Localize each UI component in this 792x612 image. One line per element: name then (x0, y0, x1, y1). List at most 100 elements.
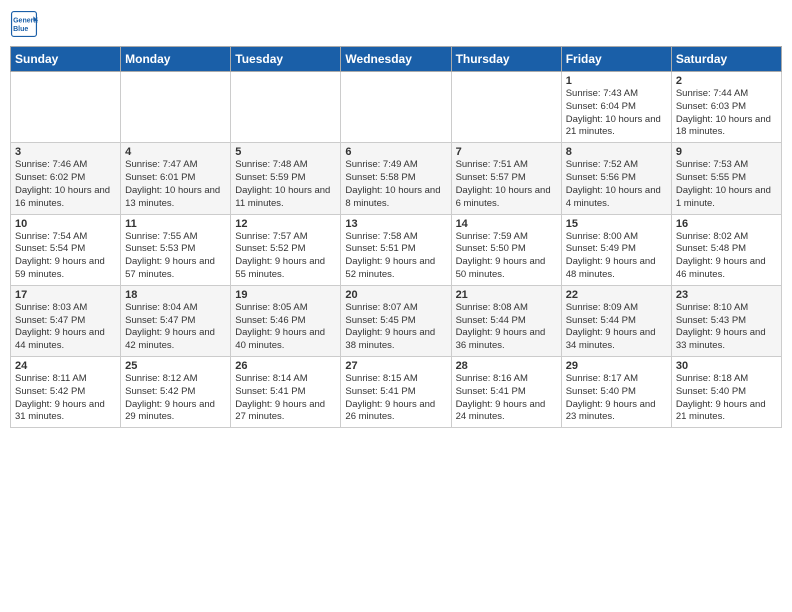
calendar-table: SundayMondayTuesdayWednesdayThursdayFrid… (10, 46, 782, 428)
calendar-cell: 1Sunrise: 7:43 AM Sunset: 6:04 PM Daylig… (561, 72, 671, 143)
calendar-cell: 6Sunrise: 7:49 AM Sunset: 5:58 PM Daylig… (341, 143, 451, 214)
day-info: Sunrise: 7:58 AM Sunset: 5:51 PM Dayligh… (345, 231, 446, 282)
calendar-cell: 8Sunrise: 7:52 AM Sunset: 5:56 PM Daylig… (561, 143, 671, 214)
calendar-cell (11, 72, 121, 143)
day-number: 9 (676, 146, 777, 158)
day-number: 5 (235, 146, 336, 158)
calendar-cell: 22Sunrise: 8:09 AM Sunset: 5:44 PM Dayli… (561, 285, 671, 356)
day-number: 19 (235, 289, 336, 301)
calendar-header: SundayMondayTuesdayWednesdayThursdayFrid… (11, 47, 782, 72)
day-info: Sunrise: 8:07 AM Sunset: 5:45 PM Dayligh… (345, 302, 446, 353)
calendar-cell: 11Sunrise: 7:55 AM Sunset: 5:53 PM Dayli… (121, 214, 231, 285)
calendar-cell: 29Sunrise: 8:17 AM Sunset: 5:40 PM Dayli… (561, 357, 671, 428)
calendar-week-0: 1Sunrise: 7:43 AM Sunset: 6:04 PM Daylig… (11, 72, 782, 143)
weekday-header-sunday: Sunday (11, 47, 121, 72)
calendar-cell: 27Sunrise: 8:15 AM Sunset: 5:41 PM Dayli… (341, 357, 451, 428)
calendar-cell: 25Sunrise: 8:12 AM Sunset: 5:42 PM Dayli… (121, 357, 231, 428)
weekday-header-wednesday: Wednesday (341, 47, 451, 72)
weekday-header-monday: Monday (121, 47, 231, 72)
day-number: 22 (566, 289, 667, 301)
svg-text:Blue: Blue (13, 26, 28, 33)
day-number: 15 (566, 218, 667, 230)
calendar-week-3: 17Sunrise: 8:03 AM Sunset: 5:47 PM Dayli… (11, 285, 782, 356)
day-info: Sunrise: 8:09 AM Sunset: 5:44 PM Dayligh… (566, 302, 667, 353)
calendar-cell: 23Sunrise: 8:10 AM Sunset: 5:43 PM Dayli… (671, 285, 781, 356)
day-info: Sunrise: 7:54 AM Sunset: 5:54 PM Dayligh… (15, 231, 116, 282)
calendar-cell: 15Sunrise: 8:00 AM Sunset: 5:49 PM Dayli… (561, 214, 671, 285)
day-number: 7 (456, 146, 557, 158)
day-info: Sunrise: 7:59 AM Sunset: 5:50 PM Dayligh… (456, 231, 557, 282)
calendar-cell: 28Sunrise: 8:16 AM Sunset: 5:41 PM Dayli… (451, 357, 561, 428)
day-number: 4 (125, 146, 226, 158)
day-info: Sunrise: 8:02 AM Sunset: 5:48 PM Dayligh… (676, 231, 777, 282)
weekday-header-tuesday: Tuesday (231, 47, 341, 72)
calendar-week-2: 10Sunrise: 7:54 AM Sunset: 5:54 PM Dayli… (11, 214, 782, 285)
day-number: 6 (345, 146, 446, 158)
logo-icon: General Blue (10, 10, 38, 38)
day-number: 23 (676, 289, 777, 301)
day-info: Sunrise: 7:51 AM Sunset: 5:57 PM Dayligh… (456, 159, 557, 210)
day-info: Sunrise: 8:16 AM Sunset: 5:41 PM Dayligh… (456, 373, 557, 424)
calendar-cell: 16Sunrise: 8:02 AM Sunset: 5:48 PM Dayli… (671, 214, 781, 285)
day-number: 8 (566, 146, 667, 158)
day-info: Sunrise: 8:05 AM Sunset: 5:46 PM Dayligh… (235, 302, 336, 353)
day-info: Sunrise: 8:00 AM Sunset: 5:49 PM Dayligh… (566, 231, 667, 282)
day-info: Sunrise: 7:53 AM Sunset: 5:55 PM Dayligh… (676, 159, 777, 210)
day-info: Sunrise: 8:14 AM Sunset: 5:41 PM Dayligh… (235, 373, 336, 424)
logo: General Blue (10, 10, 42, 38)
weekday-row: SundayMondayTuesdayWednesdayThursdayFrid… (11, 47, 782, 72)
day-info: Sunrise: 7:52 AM Sunset: 5:56 PM Dayligh… (566, 159, 667, 210)
day-info: Sunrise: 8:04 AM Sunset: 5:47 PM Dayligh… (125, 302, 226, 353)
calendar-week-1: 3Sunrise: 7:46 AM Sunset: 6:02 PM Daylig… (11, 143, 782, 214)
day-info: Sunrise: 7:46 AM Sunset: 6:02 PM Dayligh… (15, 159, 116, 210)
day-number: 21 (456, 289, 557, 301)
weekday-header-friday: Friday (561, 47, 671, 72)
day-number: 11 (125, 218, 226, 230)
calendar-body: 1Sunrise: 7:43 AM Sunset: 6:04 PM Daylig… (11, 72, 782, 428)
day-number: 16 (676, 218, 777, 230)
day-number: 14 (456, 218, 557, 230)
day-info: Sunrise: 8:08 AM Sunset: 5:44 PM Dayligh… (456, 302, 557, 353)
day-number: 1 (566, 75, 667, 87)
day-number: 17 (15, 289, 116, 301)
day-number: 24 (15, 360, 116, 372)
calendar-week-4: 24Sunrise: 8:11 AM Sunset: 5:42 PM Dayli… (11, 357, 782, 428)
day-info: Sunrise: 7:47 AM Sunset: 6:01 PM Dayligh… (125, 159, 226, 210)
day-number: 20 (345, 289, 446, 301)
day-number: 12 (235, 218, 336, 230)
calendar-cell (121, 72, 231, 143)
day-info: Sunrise: 8:15 AM Sunset: 5:41 PM Dayligh… (345, 373, 446, 424)
calendar-cell: 9Sunrise: 7:53 AM Sunset: 5:55 PM Daylig… (671, 143, 781, 214)
calendar-cell: 24Sunrise: 8:11 AM Sunset: 5:42 PM Dayli… (11, 357, 121, 428)
day-number: 25 (125, 360, 226, 372)
day-info: Sunrise: 8:17 AM Sunset: 5:40 PM Dayligh… (566, 373, 667, 424)
calendar-cell (341, 72, 451, 143)
day-info: Sunrise: 7:55 AM Sunset: 5:53 PM Dayligh… (125, 231, 226, 282)
day-number: 13 (345, 218, 446, 230)
calendar-cell: 13Sunrise: 7:58 AM Sunset: 5:51 PM Dayli… (341, 214, 451, 285)
calendar-cell: 14Sunrise: 7:59 AM Sunset: 5:50 PM Dayli… (451, 214, 561, 285)
day-number: 10 (15, 218, 116, 230)
page-header: General Blue (10, 10, 782, 38)
day-info: Sunrise: 8:18 AM Sunset: 5:40 PM Dayligh… (676, 373, 777, 424)
calendar-cell: 12Sunrise: 7:57 AM Sunset: 5:52 PM Dayli… (231, 214, 341, 285)
day-number: 28 (456, 360, 557, 372)
calendar-cell: 4Sunrise: 7:47 AM Sunset: 6:01 PM Daylig… (121, 143, 231, 214)
calendar-cell: 21Sunrise: 8:08 AM Sunset: 5:44 PM Dayli… (451, 285, 561, 356)
weekday-header-saturday: Saturday (671, 47, 781, 72)
day-info: Sunrise: 8:10 AM Sunset: 5:43 PM Dayligh… (676, 302, 777, 353)
calendar-cell: 5Sunrise: 7:48 AM Sunset: 5:59 PM Daylig… (231, 143, 341, 214)
calendar-cell: 10Sunrise: 7:54 AM Sunset: 5:54 PM Dayli… (11, 214, 121, 285)
calendar-cell: 17Sunrise: 8:03 AM Sunset: 5:47 PM Dayli… (11, 285, 121, 356)
day-info: Sunrise: 7:49 AM Sunset: 5:58 PM Dayligh… (345, 159, 446, 210)
weekday-header-thursday: Thursday (451, 47, 561, 72)
calendar-cell (451, 72, 561, 143)
calendar-cell: 20Sunrise: 8:07 AM Sunset: 5:45 PM Dayli… (341, 285, 451, 356)
day-number: 2 (676, 75, 777, 87)
calendar-cell: 3Sunrise: 7:46 AM Sunset: 6:02 PM Daylig… (11, 143, 121, 214)
calendar-cell: 26Sunrise: 8:14 AM Sunset: 5:41 PM Dayli… (231, 357, 341, 428)
day-number: 3 (15, 146, 116, 158)
calendar-cell (231, 72, 341, 143)
day-info: Sunrise: 7:44 AM Sunset: 6:03 PM Dayligh… (676, 88, 777, 139)
day-number: 26 (235, 360, 336, 372)
